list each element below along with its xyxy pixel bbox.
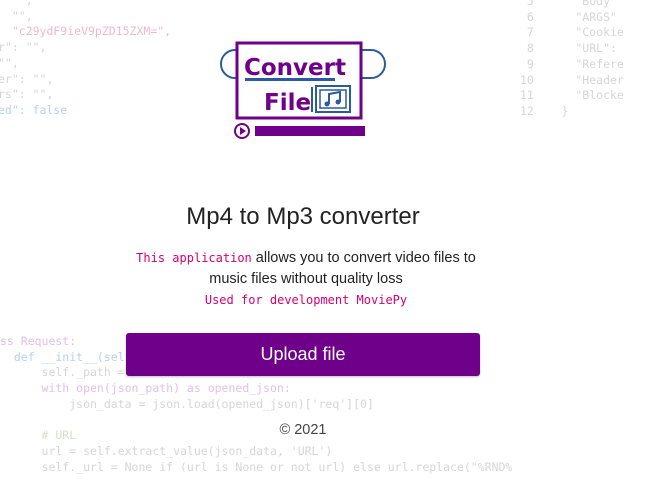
play-progress-bar: [234, 123, 365, 139]
background-code-left-top: "", "", "c29ydF9ieV9pZD15ZXM=", r": "", …: [0, 0, 172, 117]
logo-text-file: File: [264, 90, 311, 116]
upload-file-button[interactable]: Upload file: [126, 333, 480, 376]
page-title: Mp4 to Mp3 converter: [186, 203, 420, 230]
credit-text: Used for development MoviePy: [204, 293, 408, 307]
logo-text-convert: Convert: [244, 55, 346, 81]
footer-copyright: © 2021: [279, 422, 327, 438]
description-highlight: This application: [136, 251, 252, 265]
background-code-right: 5 "Body" 6 "ARGS" 7 "Cookie 8 "URL": 9 "…: [520, 0, 624, 118]
convert-file-logo: Convert File: [220, 41, 386, 139]
app-description: This application allows you to convert v…: [124, 248, 488, 290]
